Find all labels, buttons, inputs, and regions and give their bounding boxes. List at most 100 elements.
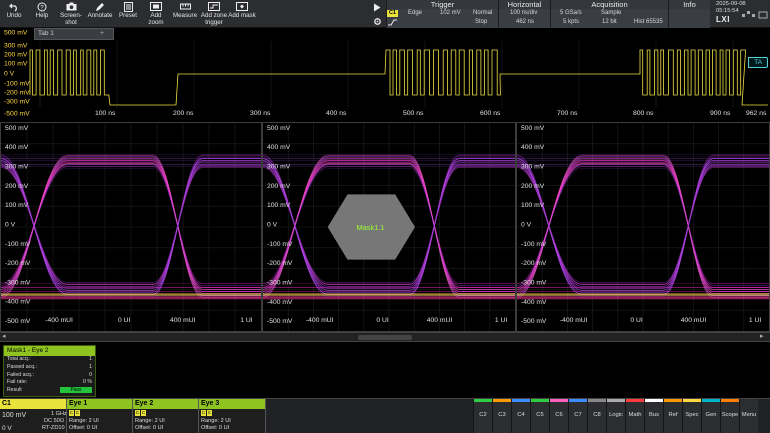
expand-right-icon[interactable]: ▸ <box>760 332 764 340</box>
signal-eye1[interactable]: Eye 1 CC Range: 2 UI Offset: 0 UI <box>67 399 133 433</box>
y-tick-label: -500 mV <box>4 111 30 118</box>
x-tick-label: -400 mUI <box>306 317 334 324</box>
add-mask-button[interactable]: Add mask <box>228 0 256 28</box>
result-pass-badge: Pass <box>60 387 92 394</box>
x-tick-label: 1 UI <box>749 317 761 324</box>
channel-color-bar <box>702 399 720 402</box>
annotate-button[interactable]: Annotate <box>86 0 114 28</box>
time-domain-waveform[interactable]: 500 mV 300 mV 200 mV 100 mV 0 V -100 mV -200 m… <box>0 28 770 120</box>
splitter-grip[interactable] <box>358 335 412 340</box>
x-tick-label: 400 mUI <box>681 317 707 324</box>
channel-button-c8[interactable]: C8 <box>587 399 606 433</box>
y-tick-label: 300 mV <box>4 43 28 50</box>
eye-diagram-2[interactable]: Mask1.1 500 mV 400 mV 300 mV 200 mV 100 mV 0 V… <box>262 122 516 332</box>
y-tick-label: -300 mV <box>267 279 293 286</box>
channel-button-gen[interactable]: Gen <box>701 399 720 433</box>
channel-button-c2[interactable]: C2 <box>473 399 492 433</box>
help-button[interactable]: ? Help <box>30 0 54 28</box>
y-tick-label: 0 V <box>521 222 532 229</box>
channel-button-ref[interactable]: Ref <box>663 399 682 433</box>
c1-probe: RT-ZD10 <box>42 425 65 431</box>
screenshot-button[interactable]: Screen- shot <box>56 0 86 28</box>
channel-color-bar <box>512 399 530 402</box>
x-tick-label: 800 ns <box>633 110 654 117</box>
mask-label: Mask1.1 <box>356 223 384 232</box>
info-panel[interactable]: Info <box>668 0 710 28</box>
info-title: Info <box>669 0 710 9</box>
panel-splitter[interactable]: ◂ ▸ <box>0 332 770 342</box>
measure-button[interactable]: Measure <box>171 0 199 28</box>
eye-diagram-1[interactable]: 500 mV 400 mV 300 mV 200 mV 100 mV 0 V -100 mV… <box>0 122 262 332</box>
channel-color-bar <box>626 399 644 402</box>
y-tick-label: 500 mV <box>521 125 545 132</box>
c1-scale: 100 mV <box>2 412 27 419</box>
toolbar: Undo ? Help Screen- shot Annotate Preset… <box>0 0 770 28</box>
trigger-type: Edge <box>408 10 423 16</box>
add-mask-label: Add mask <box>228 12 256 19</box>
x-tick-label: 400 ns <box>326 110 347 117</box>
network-status-icon <box>742 11 768 19</box>
undo-button[interactable]: Undo <box>2 0 26 28</box>
x-tick-label: 400 mUI <box>427 317 453 324</box>
signal-eye2[interactable]: Eye 2 CC Range: 2 UI Offset: 0 UI <box>133 399 199 433</box>
channel-button-c7[interactable]: C7 <box>568 399 587 433</box>
y-tick-label: 200 mV <box>267 183 291 190</box>
x-tick-label: 0 UI <box>376 317 388 324</box>
channel-button-c6[interactable]: C6 <box>549 399 568 433</box>
channel-button-label: Math <box>628 412 642 418</box>
channel-color-bar <box>550 399 568 402</box>
mask-result-table[interactable]: Mask1 - Eye 2 Total acq.: 1 Passed acq.: 1… <box>3 345 96 397</box>
run-stop-icon[interactable] <box>369 1 385 14</box>
collapse-left-icon[interactable]: ◂ <box>2 332 6 340</box>
channel-button-spec[interactable]: Spec <box>682 399 701 433</box>
acquisition-mode: Sample <box>601 10 622 16</box>
y-tick-label: -200 mV <box>5 260 31 267</box>
horizontal-scale: 100 ns/div <box>510 10 538 16</box>
x-tick-label: -400 mUI <box>560 317 588 324</box>
y-tick-label: -100 mV <box>267 241 293 248</box>
add-zoom-button[interactable]: Add zoom <box>144 0 168 28</box>
add-tab-icon[interactable]: + <box>100 28 104 39</box>
row-label: Passed acq.: <box>7 363 37 370</box>
table-row: Fail rate: 0 % <box>4 379 95 387</box>
add-zone-trigger-button[interactable]: Add zone trigger <box>200 0 228 28</box>
channel-button-label: Scope <box>721 412 739 418</box>
channel-button-label: C6 <box>555 412 563 418</box>
eye-diagram-3[interactable]: 500 mV 400 mV 300 mV 200 mV 100 mV 0 V -100 mV… <box>516 122 770 332</box>
table-row: Failed acq.: 0 <box>4 372 95 380</box>
x-tick-label: 600 ns <box>480 110 501 117</box>
y-tick-label: -100 mV <box>5 241 31 248</box>
signal-eye3[interactable]: Eye 3 CC Range: 2 UI Offset: 0 UI <box>199 399 266 433</box>
y-tick-label: 300 mV <box>521 164 545 171</box>
horizontal-title: Horizontal <box>499 0 550 9</box>
acquisition-points: 5 kpts <box>563 19 580 25</box>
x-tick-label: 962 ns <box>746 110 767 117</box>
signal-bar: C1 100 mV 0 V 1 GHz DC 50Ω RT-ZD10 Eye 1… <box>0 398 770 433</box>
channel-button-c5[interactable]: C5 <box>530 399 549 433</box>
channel-button-bus[interactable]: Bus <box>644 399 663 433</box>
channel-button-menu[interactable]: Menu <box>739 399 758 433</box>
y-tick-label: 500 mV <box>5 125 29 132</box>
eye1-source-badges: CC <box>69 410 80 416</box>
channel-button-c4[interactable]: C4 <box>511 399 530 433</box>
gear-icon[interactable] <box>369 15 385 28</box>
annotate-label: Annotate <box>87 12 113 19</box>
trigger-arrow-marker[interactable]: TA <box>748 57 768 68</box>
channel-button-label: C5 <box>536 412 544 418</box>
preset-button[interactable]: Preset <box>116 0 140 28</box>
row-label: Result <box>7 387 22 394</box>
channel-button-scope[interactable]: Scope <box>720 399 739 433</box>
y-tick-label: 0 V <box>5 222 16 229</box>
acquisition-rate: 5 GSa/s <box>560 10 582 16</box>
channel-button-c3[interactable]: C3 <box>492 399 511 433</box>
row-value: 1 <box>89 363 92 370</box>
channel-button-logic[interactable]: Logic <box>606 399 625 433</box>
signal-c1[interactable]: C1 100 mV 0 V 1 GHz DC 50Ω RT-ZD10 <box>0 399 67 433</box>
y-tick-label: 400 mV <box>5 144 29 151</box>
acquisition-hist: Hist 65535 <box>634 19 663 25</box>
edge-slope-icon <box>388 19 397 26</box>
row-value: 0 <box>89 371 92 378</box>
y-tick-label: -400 mV <box>267 299 293 306</box>
channel-button-math[interactable]: Math <box>625 399 644 433</box>
eye2-offset: Offset: 0 UI <box>135 425 164 431</box>
